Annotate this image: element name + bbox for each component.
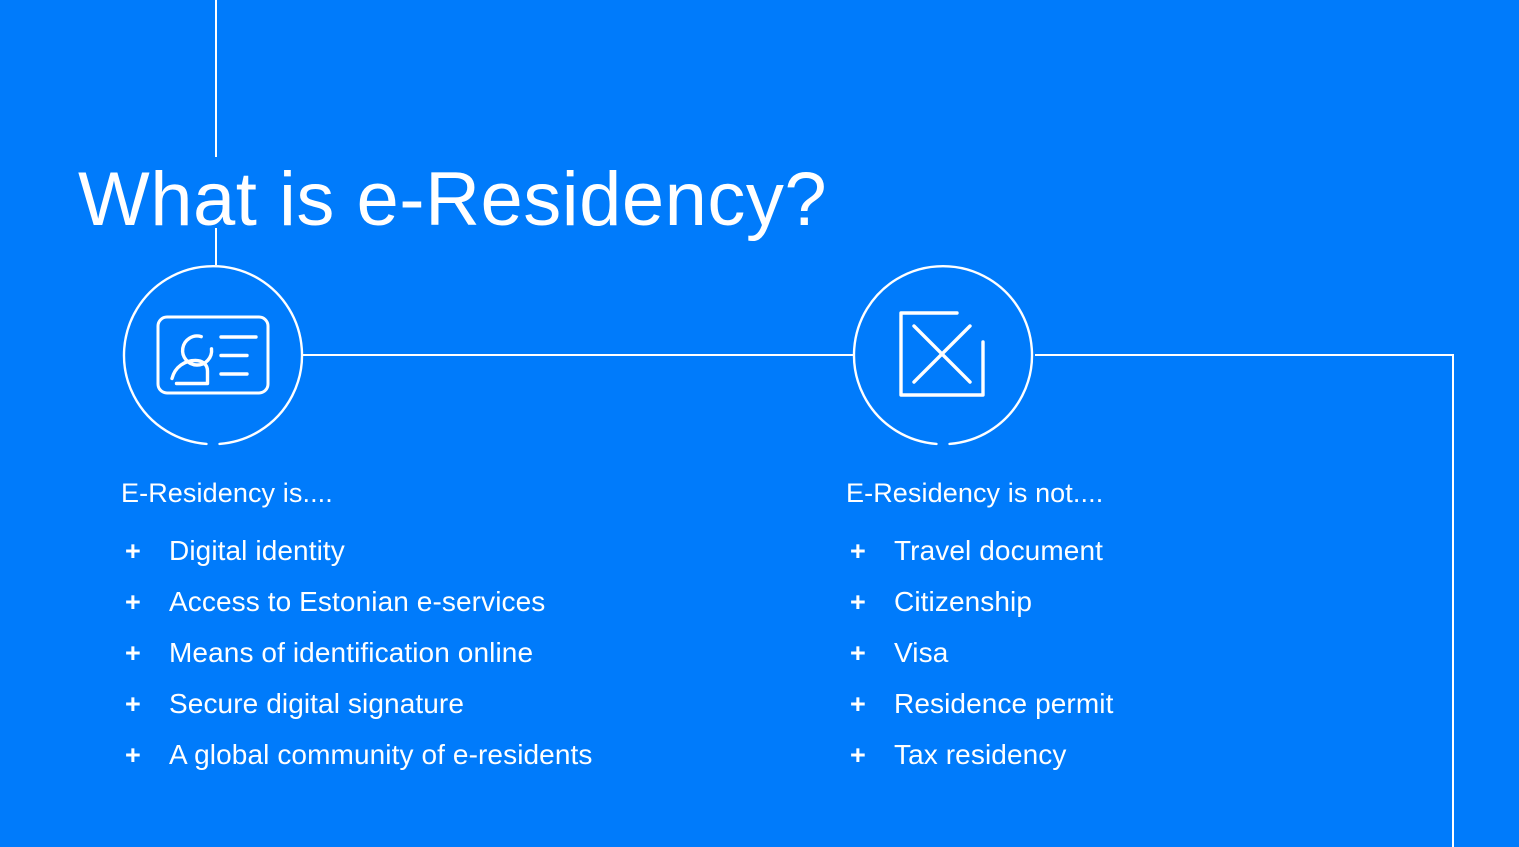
plus-icon: + <box>125 587 141 617</box>
list-item: + Citizenship <box>846 586 1406 637</box>
column-is: E-Residency is.... + Digital identity + … <box>121 476 781 790</box>
list-item-label: Means of identification online <box>169 637 534 668</box>
plus-icon: + <box>125 689 141 719</box>
plus-icon: + <box>850 536 866 566</box>
list-item-label: Secure digital signature <box>169 688 465 719</box>
list-item-label: Access to Estonian e-services <box>169 586 546 617</box>
plus-icon: + <box>850 638 866 668</box>
list-item: + Residence permit <box>846 688 1406 739</box>
list-item-label: A global community of e-residents <box>169 739 593 770</box>
connector-line-vertical-right <box>1452 354 1454 847</box>
list-item: + Access to Estonian e-services <box>121 586 781 637</box>
list-item: + Travel document <box>846 535 1406 586</box>
plus-icon: + <box>125 536 141 566</box>
page-title: What is e-Residency? <box>78 157 828 242</box>
column-heading-is-not: E-Residency is not.... <box>846 478 1104 508</box>
plus-icon: + <box>850 740 866 770</box>
connector-line-vertical-top <box>215 0 217 157</box>
list-item-label: Travel document <box>894 535 1103 566</box>
list-item: + A global community of e-residents <box>121 739 781 790</box>
list-item-label: Tax residency <box>894 739 1067 770</box>
list-item: + Visa <box>846 637 1406 688</box>
column-heading-is: E-Residency is.... <box>121 478 333 508</box>
crossed-box-icon <box>852 264 1034 446</box>
list-item: + Secure digital signature <box>121 688 781 739</box>
plus-icon: + <box>850 689 866 719</box>
list-item: + Tax residency <box>846 739 1406 790</box>
list-item-label: Residence permit <box>894 688 1114 719</box>
list-item-label: Citizenship <box>894 586 1033 617</box>
plus-icon: + <box>125 740 141 770</box>
list-item-label: Visa <box>894 637 949 668</box>
slide-canvas: What is e-Residency? E-Residency is.... … <box>0 0 1519 847</box>
list-item: + Means of identification online <box>121 637 781 688</box>
connector-line-horizontal-between-icons <box>303 354 854 356</box>
plus-icon: + <box>850 587 866 617</box>
connector-line-horizontal-right <box>1035 354 1454 356</box>
list-item-label: Digital identity <box>169 535 345 566</box>
bullet-list-is: + Digital identity + Access to Estonian … <box>121 535 781 790</box>
plus-icon: + <box>125 638 141 668</box>
list-item: + Digital identity <box>121 535 781 586</box>
column-is-not: E-Residency is not.... + Travel document… <box>846 476 1406 790</box>
bullet-list-is-not: + Travel document + Citizenship + Visa +… <box>846 535 1406 790</box>
id-card-icon <box>122 264 304 446</box>
